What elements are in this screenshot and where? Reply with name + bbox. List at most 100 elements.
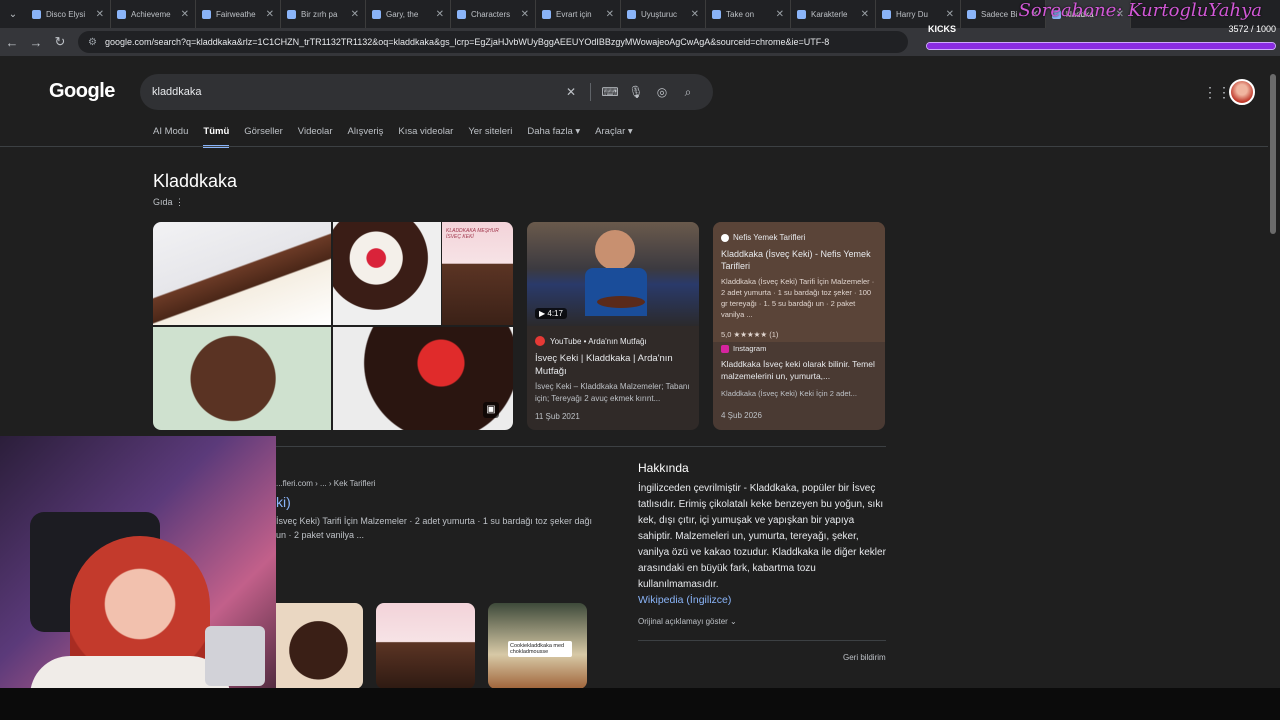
tab-close-icon[interactable]: ✕ [96,9,104,20]
tab-close-icon[interactable]: ✕ [776,9,784,20]
browser-tab[interactable]: Gary, the ✕ [366,0,451,28]
wikipedia-link[interactable]: Wikipedia (İngilizce) [638,594,731,606]
scrollbar-thumb[interactable] [1270,74,1276,234]
article-title[interactable]: Kladdkaka (İsveç Keki) - Nefis Yemek Tar… [721,248,879,272]
browser-tab[interactable]: Evrart için ✕ [536,0,621,28]
tab-favicon-icon [627,9,636,19]
tab-favicon-icon [372,9,381,19]
scrollbar[interactable] [1270,62,1278,242]
instagram-snippet: Kladdkaka (İsveç Keki) Keki İçin 2 adet.… [721,389,857,398]
article-card[interactable]: Nefis Yemek Tarifleri Kladdkaka (İsveç K… [713,222,885,430]
result-breadcrumb[interactable]: ...fleri.com › ... › Kek Tarifleri [276,479,375,488]
search-tab[interactable]: Görseller [244,126,283,148]
apps-grid-icon[interactable]: ⋮⋮ [1203,84,1231,101]
search-box[interactable]: kladdkaka ✕ ⌨ 🎙 ◎ ⌕ [140,74,713,110]
search-query[interactable]: kladdkaka [152,86,558,98]
clear-icon[interactable]: ✕ [558,85,584,99]
reload-icon[interactable]: ↻ [48,28,72,56]
tab-close-icon[interactable]: ✕ [861,9,869,20]
about-body: İngilizceden çevrilmiştir - Kladdkaka, p… [638,483,886,590]
google-logo[interactable]: Google [49,80,115,103]
kicks-label: KICKS [928,24,957,34]
feedback-link[interactable]: Geri bildirim [843,653,886,662]
browser-tab[interactable]: Disco Elysi ✕ [26,0,111,28]
cake-plate [597,296,645,308]
tab-title: Evrart için [556,9,592,19]
browser-tab[interactable]: Achieveme ✕ [111,0,196,28]
tab-close-icon[interactable]: ✕ [691,9,699,20]
tab-favicon-icon [287,9,296,19]
search-tab[interactable]: Alışveriş [347,126,383,148]
cake-image-2[interactable] [333,222,441,325]
article-source-label: Nefis Yemek Tarifleri [733,233,806,242]
search-divider [590,83,591,101]
show-original-link[interactable]: Orijinal açıklamayı göster ⌄ [638,617,737,626]
chef-face [595,230,635,270]
tab-favicon-icon [117,9,126,19]
browser-tab[interactable]: Characters ✕ [451,0,536,28]
browser-tab[interactable]: Uyuşturuc ✕ [621,0,706,28]
avatar[interactable] [1229,79,1255,105]
knowledge-title: Kladdkaka [153,171,238,191]
tab-close-icon[interactable]: ✕ [436,9,444,20]
tab-favicon-icon [967,9,976,19]
result-thumb-1[interactable] [264,603,363,689]
article-rating: 5,0 ★★★★★ (1) [721,330,779,339]
instagram-title[interactable]: Kladdkaka İsveç keki olarak bilinir. Tem… [721,358,879,382]
search-tab[interactable]: Videolar [298,126,333,148]
tab-favicon-icon [457,9,466,19]
keyboard-icon[interactable]: ⌨ [597,85,623,99]
tab-close-icon[interactable]: ✕ [266,9,274,20]
kicks-widget: KICKS 3572 / 1000 [926,24,1278,54]
result-snippet: İsveç Keki) Tarifi İçin Malzemeler · 2 a… [276,516,592,540]
thumb-caption: Cookiekladdkaka med chokladmousse [508,641,572,657]
more-options-icon[interactable]: ⋮ [175,197,184,207]
image-grid[interactable]: KLADDKAKA MEŞHUR İSVEÇ KEKİ ▣ [153,222,513,430]
search-icon[interactable]: ⌕ [675,85,701,100]
tab-close-icon[interactable]: ✕ [181,9,189,20]
browser-tab[interactable]: Fairweathe ✕ [196,0,281,28]
site-info-icon[interactable]: ⚙ [88,37,97,48]
article-source: Nefis Yemek Tarifleri [721,232,879,243]
address-bar[interactable]: ⚙ google.com/search?q=kladdkaka&rlz=1C1C… [78,31,908,53]
address-url: google.com/search?q=kladdkaka&rlz=1C1CHZ… [104,37,830,47]
search-tabs: AI Modu Tümü Görseller Videolar Alışveriş Kıs… [153,126,648,148]
forward-icon[interactable]: → [24,28,48,56]
kicks-progress-fill [927,43,1275,49]
about-divider [638,640,886,641]
header-divider [0,146,1268,147]
cake-image-1[interactable] [153,222,331,325]
search-tab[interactable]: Kısa videolar [398,126,453,148]
bottom-bar [0,688,1280,720]
video-card[interactable]: ▶ 4:17 YouTube • Arda'nın Mutfağı İsveç … [527,222,699,430]
tab-favicon-icon [882,9,891,19]
image-gallery-icon[interactable]: ▣ [483,402,499,418]
tab-close-icon[interactable]: ✕ [521,9,529,20]
result-title[interactable]: ki) [276,494,291,510]
tab-title: Harry Du [896,9,929,19]
video-title[interactable]: İsveç Keki | Kladdkaka | Arda'nın Mutfağ… [535,352,691,378]
mic-icon[interactable]: 🎙 [623,85,649,99]
browser-tab[interactable]: Bir zırh pa ✕ [281,0,366,28]
cake-image-4[interactable] [153,327,331,430]
back-icon[interactable]: ← [0,28,24,56]
result-thumb-2[interactable] [376,603,475,689]
search-tab[interactable]: Araçlar ▾ [595,126,633,148]
tab-close-icon[interactable]: ✕ [351,9,359,20]
browser-tab[interactable]: Karakterle ✕ [791,0,876,28]
article-snippet: Kladdkaka (İsveç Keki) Tarifi İçin Malze… [721,277,875,319]
video-source: YouTube • Arda'nın Mutfağı [535,336,647,346]
video-thumbnail[interactable]: ▶ 4:17 [527,222,699,326]
tab-close-icon[interactable]: ✕ [606,9,614,20]
browser-tab[interactable]: Take on ✕ [706,0,791,28]
search-tab[interactable]: Yer siteleri [468,126,512,148]
search-tab[interactable]: Tümü [203,126,230,148]
search-tab[interactable]: Daha fazla ▾ [527,126,580,148]
result-thumb-3[interactable]: Cookiekladdkaka med chokladmousse [488,603,587,689]
search-tab[interactable]: AI Modu [153,126,188,148]
lens-icon[interactable]: ◎ [649,85,675,99]
tab-search-icon[interactable]: ⌄ [0,0,26,28]
cake-image-3[interactable]: KLADDKAKA MEŞHUR İSVEÇ KEKİ [442,222,513,325]
cake-image-5[interactable]: ▣ [333,327,513,430]
tab-close-icon[interactable]: ✕ [946,9,954,20]
